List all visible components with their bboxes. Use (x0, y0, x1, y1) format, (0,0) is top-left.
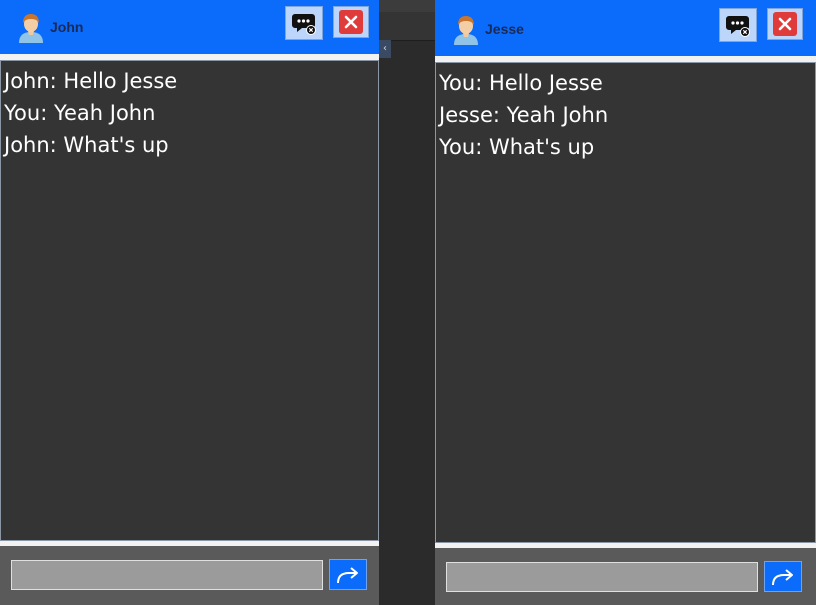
footer-divider (435, 543, 816, 548)
background-toolbar (379, 12, 435, 41)
chat-header: Jesse (435, 0, 816, 56)
message-input[interactable] (446, 562, 758, 592)
message-input[interactable] (11, 560, 323, 590)
send-arrow-icon (772, 568, 793, 585)
background-strip: ‹ (379, 0, 435, 605)
message: You: What's up (439, 135, 595, 159)
message: You: Hello Jesse (439, 71, 603, 95)
chat-window-john: John John: Hello Jesse You: Yeah John Jo… (0, 0, 379, 605)
send-arrow-icon (337, 566, 358, 583)
send-button[interactable] (764, 561, 802, 592)
user-avatar-icon (19, 14, 43, 43)
message-list[interactable]: John: Hello Jesse You: Yeah John John: W… (0, 60, 379, 541)
message: John: What's up (4, 133, 169, 157)
close-window-button[interactable] (767, 8, 803, 40)
chat-title: Jesse (485, 21, 524, 37)
chat-title: John (50, 19, 84, 35)
chat-header: John (0, 0, 379, 54)
end-chat-button[interactable] (719, 8, 757, 42)
background-bar (379, 0, 435, 12)
chat-bubble-close-icon (292, 14, 316, 35)
chat-window-jesse: Jesse You: Hello Jesse Jesse: Yeah John … (435, 0, 816, 605)
user-avatar-icon (454, 16, 478, 45)
message: Jesse: Yeah John (439, 103, 609, 127)
close-window-button[interactable] (333, 6, 369, 38)
send-button[interactable] (329, 559, 367, 590)
footer-divider (0, 541, 379, 546)
message-list[interactable]: You: Hello Jesse Jesse: Yeah John You: W… (435, 62, 816, 543)
message: John: Hello Jesse (4, 69, 178, 93)
message: You: Yeah John (4, 101, 156, 125)
end-chat-button[interactable] (285, 6, 323, 40)
close-icon (773, 12, 797, 36)
close-icon (339, 10, 363, 34)
chat-bubble-close-icon (726, 16, 750, 37)
background-tab-edge: ‹ (379, 40, 391, 58)
